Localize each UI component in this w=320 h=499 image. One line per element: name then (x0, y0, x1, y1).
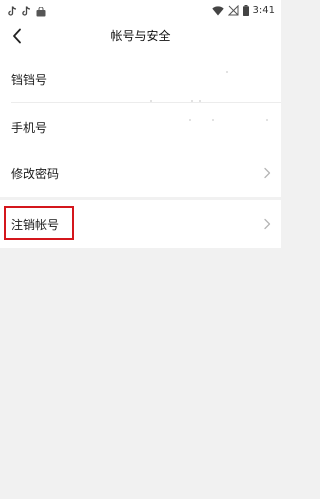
cancel-account-label: 注销帐号 (11, 217, 60, 232)
change-password-section: 修改密码 (0, 149, 281, 197)
change-password-row[interactable]: 修改密码 (0, 149, 281, 197)
list-item-phone-number[interactable]: 手机号 (0, 103, 281, 151)
change-password-label: 修改密码 (11, 166, 60, 181)
dangdang-id-label: 铛铛号 (11, 72, 48, 87)
page-title: 帐号与安全 (110, 29, 171, 43)
redaction-mark (191, 100, 193, 102)
redaction-mark (266, 119, 268, 121)
redaction-mark (199, 100, 201, 102)
chevron-right-icon (264, 218, 271, 230)
redaction-mark (189, 119, 191, 121)
list-item-dangdang-id[interactable]: 铛铛号 (0, 55, 281, 103)
account-info-section: 铛铛号 手机号 (0, 55, 281, 151)
redaction-mark (150, 100, 152, 102)
chevron-right-icon (264, 167, 271, 179)
redaction-mark (212, 119, 214, 121)
nav-bar: 帐号与安全 (0, 17, 281, 55)
cancel-account-section: 注销帐号 (0, 200, 281, 248)
cancel-account-row[interactable]: 注销帐号 (0, 200, 281, 248)
status-bar: 3:41 (0, 0, 281, 17)
status-bar-time: 3:41 (252, 4, 275, 16)
phone-number-label: 手机号 (11, 120, 48, 135)
redaction-mark (226, 71, 228, 73)
